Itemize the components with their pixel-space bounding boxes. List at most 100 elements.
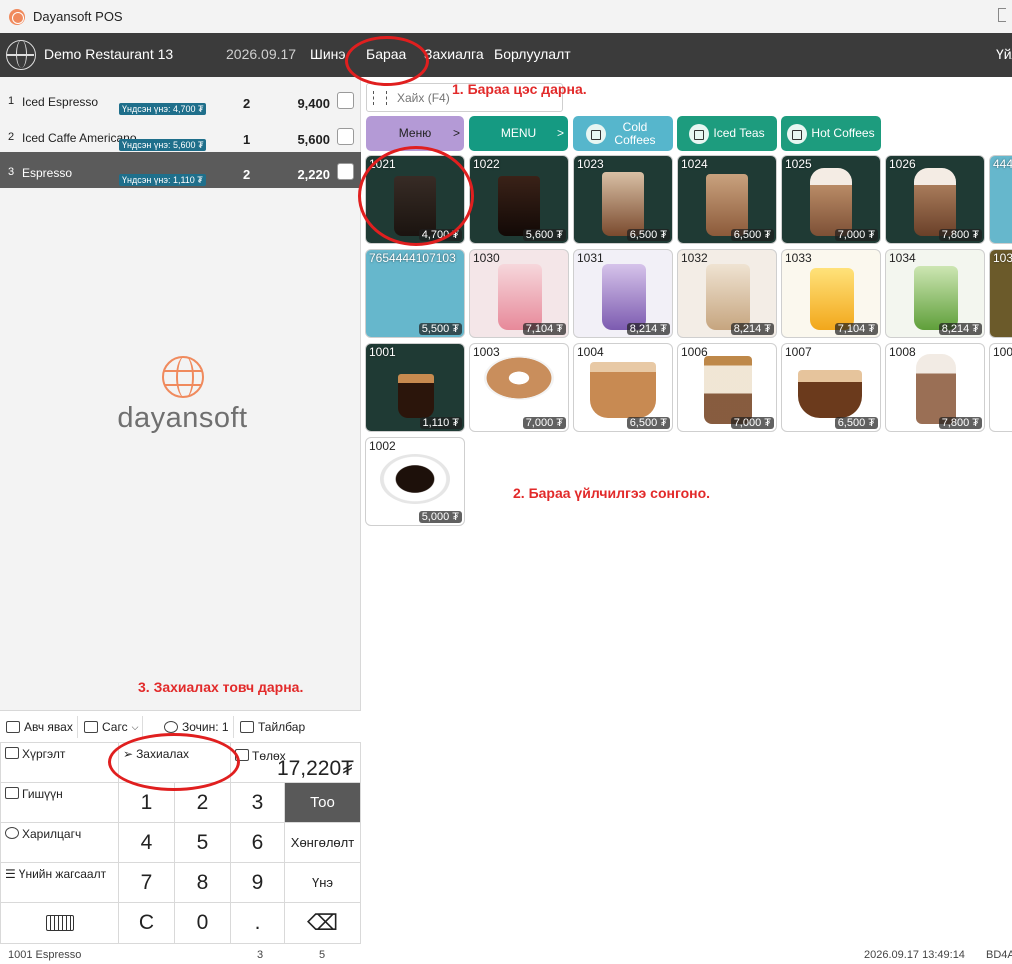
strawberry-drink-image bbox=[498, 264, 542, 330]
product-tile[interactable]: 103 bbox=[989, 249, 1012, 338]
cart-icon bbox=[84, 721, 98, 733]
iced-cream-coffee-image bbox=[810, 168, 852, 236]
product-tile[interactable]: 1004 6,500 ₮ bbox=[573, 343, 673, 432]
row-checkbox[interactable] bbox=[337, 92, 354, 109]
key-0[interactable]: 0 bbox=[174, 902, 231, 944]
product-tile[interactable]: 444 bbox=[989, 155, 1012, 244]
product-price: 8,214 ₮ bbox=[938, 323, 982, 335]
order-row-selected[interactable]: 3 Espresso Үндсэн үнэ: 1,110 ₮ 2 2,220 bbox=[0, 152, 361, 188]
key-5[interactable]: 5 bbox=[174, 822, 231, 863]
row-checkbox[interactable] bbox=[337, 163, 354, 180]
category-iced-teas[interactable]: Iced Teas bbox=[677, 116, 777, 151]
member-button[interactable]: Гишүүн bbox=[0, 782, 119, 823]
pay-button[interactable]: Төлөх 17,220₮ bbox=[230, 742, 361, 783]
product-tile[interactable]: 1026 7,800 ₮ bbox=[885, 155, 985, 244]
product-tile[interactable]: 1032 8,214 ₮ bbox=[677, 249, 777, 338]
key-8[interactable]: 8 bbox=[174, 862, 231, 903]
annotation-step1: 1. Бараа цэс дарна. bbox=[452, 81, 587, 97]
status-bar: 1001 Espresso 3 5 2026.09.17 13:49:14 BD… bbox=[0, 944, 1012, 964]
keyboard-button[interactable] bbox=[0, 902, 119, 944]
product-tile[interactable]: 1001 1,110 ₮ bbox=[365, 343, 465, 432]
product-price: 7,000 ₮ bbox=[522, 417, 566, 429]
key-3[interactable]: 3 bbox=[230, 782, 285, 823]
product-tile[interactable]: 1006 7,000 ₮ bbox=[677, 343, 777, 432]
category-menu-en[interactable]: MENU > bbox=[469, 116, 568, 151]
order-row[interactable]: 1 Iced Espresso Үндсэн үнэ: 4,700 ₮ 2 9,… bbox=[0, 81, 361, 117]
key-9[interactable]: 9 bbox=[230, 862, 285, 903]
product-tile[interactable]: 1034 8,214 ₮ bbox=[885, 249, 985, 338]
product-tile[interactable]: 1031 8,214 ₮ bbox=[573, 249, 673, 338]
row-checkbox[interactable] bbox=[337, 128, 354, 145]
note-button[interactable]: Тайлбар bbox=[236, 716, 309, 738]
status-value-b: 5 bbox=[319, 949, 326, 961]
status-code: BD4A bbox=[986, 949, 1012, 961]
product-tile[interactable]: 7654444107103 5,500 ₮ bbox=[365, 249, 465, 338]
product-tile[interactable]: 1024 6,500 ₮ bbox=[677, 155, 777, 244]
product-code: 103 bbox=[993, 251, 1012, 265]
product-tile[interactable]: 1007 6,500 ₮ bbox=[781, 343, 881, 432]
member-icon bbox=[5, 787, 19, 799]
product-tile[interactable]: 1033 7,104 ₮ bbox=[781, 249, 881, 338]
product-code: 444 bbox=[993, 157, 1012, 171]
note-label: Тайлбар bbox=[258, 720, 306, 734]
product-tile[interactable]: 1003 7,000 ₮ bbox=[469, 343, 569, 432]
window-control-icon[interactable] bbox=[998, 8, 1006, 22]
row-number: 2 bbox=[8, 131, 15, 143]
product-tile[interactable]: 1030 7,104 ₮ bbox=[469, 249, 569, 338]
cup-icon bbox=[586, 123, 606, 144]
product-tile[interactable]: 1022 5,600 ₮ bbox=[469, 155, 569, 244]
product-tile[interactable]: 100 bbox=[989, 343, 1012, 432]
macchiato-image bbox=[798, 370, 862, 418]
barcode-icon bbox=[373, 91, 387, 105]
price-button[interactable]: Үнэ bbox=[284, 862, 361, 903]
product-tile[interactable]: 1025 7,000 ₮ bbox=[781, 155, 881, 244]
cart-label: Сагс bbox=[102, 720, 128, 734]
delivery-button[interactable]: Хүргэлт bbox=[0, 742, 119, 783]
row-number: 3 bbox=[8, 166, 15, 178]
product-code: 1008 bbox=[889, 345, 916, 359]
qty-button[interactable]: Тоо bbox=[284, 782, 361, 823]
menu-more[interactable]: Үйл bbox=[996, 46, 1012, 62]
product-tile[interactable]: 1008 7,800 ₮ bbox=[885, 343, 985, 432]
globe-icon[interactable] bbox=[6, 40, 36, 70]
category-cold-coffees[interactable]: Cold Coffees bbox=[573, 116, 673, 151]
chevron-right-icon: > bbox=[556, 126, 564, 140]
key-4[interactable]: 4 bbox=[118, 822, 175, 863]
order-total: 17,220₮ bbox=[276, 757, 354, 780]
menu-orders[interactable]: Захиалга bbox=[424, 46, 484, 62]
product-price: 6,500 ₮ bbox=[626, 417, 670, 429]
discount-button[interactable]: Хөнгөлөлт bbox=[284, 822, 361, 863]
category-hot-coffees[interactable]: Hot Coffees bbox=[781, 116, 881, 151]
product-price: 6,500 ₮ bbox=[834, 417, 878, 429]
key-7[interactable]: 7 bbox=[118, 862, 175, 903]
product-price: 1,110 ₮ bbox=[419, 417, 462, 429]
chevron-right-icon: > bbox=[452, 126, 460, 140]
backspace-button[interactable]: ⌫ bbox=[284, 902, 361, 944]
business-date: 2026.09.17 bbox=[226, 46, 297, 62]
product-price: 7,000 ₮ bbox=[834, 229, 878, 241]
menu-sales[interactable]: Борлуулалт bbox=[494, 46, 571, 62]
product-code: 1022 bbox=[473, 157, 500, 171]
order-row[interactable]: 2 Iced Caffe Americano Үндсэн үнэ: 5,600… bbox=[0, 117, 361, 153]
product-tile[interactable]: 1002 5,000 ₮ bbox=[365, 437, 465, 526]
cart-dropdown[interactable]: Сагс ⌵ bbox=[80, 716, 144, 738]
key-clear[interactable]: C bbox=[118, 902, 175, 944]
annotation-step2: 2. Бараа үйлчилгээ сонгоно. bbox=[513, 485, 711, 501]
category-label: MENU bbox=[500, 126, 537, 140]
key-dot[interactable]: . bbox=[230, 902, 285, 944]
product-code: 1003 bbox=[473, 345, 500, 359]
takeaway-button[interactable]: Авч явах bbox=[2, 716, 78, 738]
item-name: Iced Espresso bbox=[22, 95, 99, 109]
product-price: 7,800 ₮ bbox=[938, 417, 982, 429]
status-datetime: 2026.09.17 13:49:14 bbox=[864, 949, 965, 961]
item-qty: 2 bbox=[243, 96, 251, 111]
berry-drink-image bbox=[602, 264, 646, 330]
key-6[interactable]: 6 bbox=[230, 822, 285, 863]
hot-chocolate-image bbox=[916, 354, 956, 424]
product-tile[interactable]: 1023 6,500 ₮ bbox=[573, 155, 673, 244]
menu-new[interactable]: Шинэ bbox=[310, 46, 346, 62]
customer-button[interactable]: Харилцагч bbox=[0, 822, 119, 863]
pricelist-button[interactable]: ☰ Үнийн жагсаалт bbox=[0, 862, 119, 903]
category-label: Меню bbox=[398, 126, 432, 140]
takeaway-icon bbox=[6, 721, 20, 733]
